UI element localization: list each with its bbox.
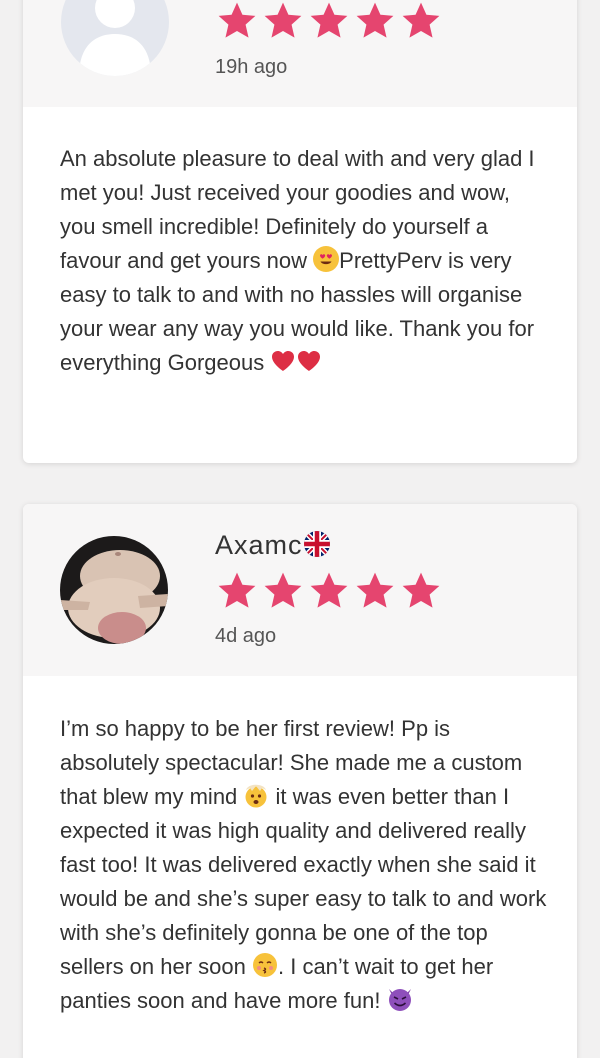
- star-rating: [216, 0, 442, 42]
- review-time: 19h ago: [215, 56, 288, 78]
- review-text-part: it was even better than I expected it wa…: [60, 784, 553, 979]
- review-text: I’m so happy to be her first review! Pp …: [60, 712, 547, 1018]
- reviewer-name[interactable]: Axamc: [215, 530, 303, 561]
- star-icon: [216, 570, 258, 612]
- uk-flag-icon: [304, 531, 330, 557]
- star-icon: [354, 570, 396, 612]
- kissing-emoji-icon: [252, 952, 278, 978]
- devil-emoji-icon: [387, 986, 413, 1012]
- reviews-page: 19h ago An absolute pleasure to deal wit…: [0, 0, 600, 1058]
- review-card: Axamc 4d ago I’m so happy to be her firs…: [23, 504, 577, 1058]
- review-header: 19h ago: [23, 0, 577, 107]
- red-heart-emoji-icon: [270, 348, 296, 374]
- avatar[interactable]: [61, 0, 169, 76]
- avatar[interactable]: [60, 536, 168, 644]
- star-rating: [216, 570, 442, 612]
- star-icon: [400, 570, 442, 612]
- red-heart-emoji-icon: [296, 348, 322, 374]
- star-icon: [262, 0, 304, 42]
- star-icon: [216, 0, 258, 42]
- review-time: 4d ago: [215, 625, 277, 647]
- star-icon: [308, 570, 350, 612]
- review-header: Axamc 4d ago: [23, 504, 577, 676]
- exploding-head-emoji-icon: [243, 782, 269, 808]
- star-icon: [400, 0, 442, 42]
- heart-eyes-emoji-icon: [313, 246, 340, 272]
- review-text: An absolute pleasure to deal with and ve…: [60, 142, 547, 380]
- star-icon: [308, 0, 350, 42]
- review-card: 19h ago An absolute pleasure to deal wit…: [23, 0, 577, 463]
- star-icon: [262, 570, 304, 612]
- star-icon: [354, 0, 396, 42]
